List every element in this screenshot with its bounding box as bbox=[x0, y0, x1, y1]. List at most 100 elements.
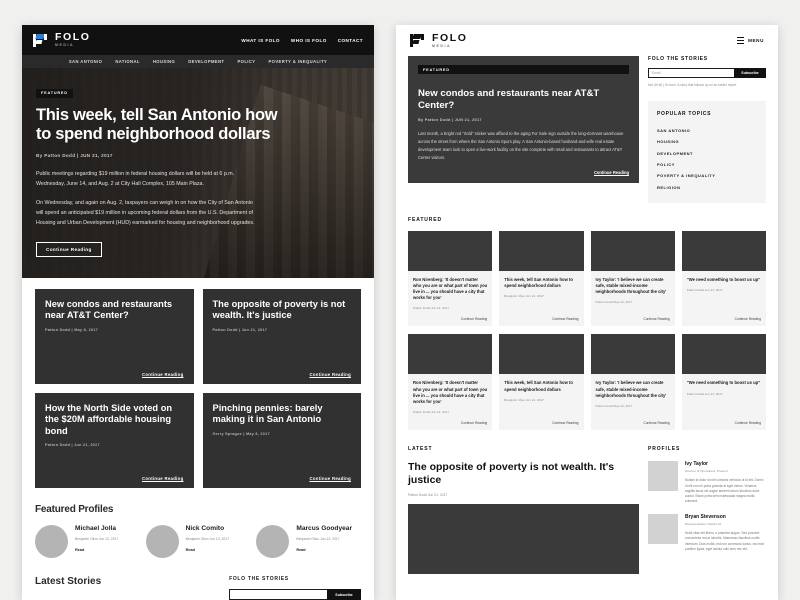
logo-subtitle: MEDIA bbox=[432, 43, 452, 48]
hero-paragraph-1: Public meetings regarding $19 million in… bbox=[36, 171, 235, 188]
card-thumbnail bbox=[681, 334, 766, 375]
story-card[interactable]: Pinching pennies: barely making it in Sa… bbox=[202, 393, 361, 488]
left-footer-split: Latest Stories FOLO THE STORIES Subscrib… bbox=[22, 558, 374, 600]
profile-role: Representative, District 10 bbox=[685, 522, 722, 527]
left-hero: FEATURED This week, tell San Antonio how… bbox=[22, 68, 374, 278]
featured-card[interactable]: Ivy Taylor: 'I believe we can create saf… bbox=[590, 334, 675, 430]
story-card-continue-reading[interactable]: Continue Reading bbox=[213, 372, 352, 377]
topic-development[interactable]: DEVELOPMENT bbox=[657, 148, 757, 159]
section-nav-poverty-inequality[interactable]: POVERTY & INEQUALITY bbox=[268, 59, 327, 64]
card-continue-reading[interactable]: Continue Reading bbox=[504, 310, 578, 321]
nav-item-what-is-folo[interactable]: WHAT IS FOLO bbox=[241, 38, 280, 43]
section-nav-housing[interactable]: HOUSING bbox=[153, 59, 175, 64]
right-top-bar: FOLO MEDIA MENU bbox=[396, 25, 778, 56]
featured-card[interactable]: Ivy Taylor: 'I believe we can create saf… bbox=[590, 231, 675, 327]
card-continue-reading[interactable]: Continue Reading bbox=[596, 310, 669, 321]
story-card-continue-reading[interactable]: Continue Reading bbox=[45, 476, 184, 481]
right-hero-continue-reading[interactable]: Continue Reading bbox=[418, 162, 629, 175]
email-field[interactable] bbox=[229, 589, 327, 600]
story-card[interactable]: The opposite of poverty is not wealth. I… bbox=[202, 289, 361, 384]
right-hero-column: FEATURED New condos and restaurants near… bbox=[408, 56, 639, 203]
profile-item[interactable]: Nick Comito Benjamin Olivo Jun 13, 2017 … bbox=[145, 525, 251, 558]
right-hero-card[interactable]: FEATURED New condos and restaurants near… bbox=[408, 56, 639, 183]
card-continue-reading[interactable]: Continue Reading bbox=[687, 310, 761, 321]
latest-stories-heading: Latest Stories bbox=[35, 576, 102, 587]
card-title: This week, tell San Antonio how to spend… bbox=[504, 380, 573, 392]
section-nav-policy[interactable]: POLICY bbox=[237, 59, 255, 64]
story-card-continue-reading[interactable]: Continue Reading bbox=[45, 372, 184, 377]
nav-item-contact[interactable]: CONTACT bbox=[338, 38, 363, 43]
card-thumbnail bbox=[499, 231, 584, 272]
folo-logo[interactable]: FOLO MEDIA bbox=[410, 33, 468, 49]
folo-definition-note: folo (fō·lō) | fō·noun. A story that fol… bbox=[648, 83, 738, 87]
card-continue-reading[interactable]: Continue Reading bbox=[596, 414, 669, 425]
email-placeholder: Email bbox=[652, 71, 661, 75]
topic-housing[interactable]: HOUSING bbox=[657, 136, 757, 147]
subscribe-button[interactable]: Subscribe bbox=[327, 589, 361, 600]
featured-card[interactable]: This week, tell San Antonio how to spend… bbox=[499, 231, 584, 327]
subscribe-button[interactable]: Subscribe bbox=[734, 68, 766, 78]
story-card[interactable]: New condos and restaurants near AT&T Cen… bbox=[35, 289, 194, 384]
latest-story-title[interactable]: The opposite of poverty is not wealth. I… bbox=[408, 461, 639, 487]
profile-read-link[interactable]: Read bbox=[75, 548, 118, 552]
folo-flag-icon bbox=[410, 34, 427, 47]
story-card[interactable]: How the North Side voted on the $20M aff… bbox=[35, 393, 194, 488]
profile-item[interactable]: Marcus Goodyear Benjamin Olivo Jun 13, 2… bbox=[256, 525, 361, 558]
card-thumbnail bbox=[499, 334, 584, 375]
story-card-continue-reading[interactable]: Continue Reading bbox=[213, 476, 352, 481]
featured-card[interactable]: "We need something to boost us up" Patto… bbox=[681, 231, 766, 327]
card-byline: Patton Dodd Jun 21, 2017 bbox=[686, 288, 723, 293]
featured-card[interactable]: Ron Nirenberg: 'It doesn't matter who yo… bbox=[408, 334, 493, 430]
section-nav-development[interactable]: DEVELOPMENT bbox=[188, 59, 224, 64]
hero-continue-reading-button[interactable]: Continue Reading bbox=[36, 241, 102, 257]
section-nav-san-antonio[interactable]: SAN ANTONIO bbox=[69, 59, 102, 64]
topic-san-antonio[interactable]: SAN ANTONIO bbox=[657, 125, 757, 136]
folo-the-stories-heading: FOLO THE STORIES bbox=[648, 56, 708, 62]
menu-button[interactable]: MENU bbox=[737, 37, 764, 44]
profile-thumbnail bbox=[648, 513, 678, 544]
profile-item[interactable]: Michael Jolla Benjamin Olivo Jun 13, 201… bbox=[35, 525, 140, 558]
latest-story-thumbnail bbox=[408, 504, 639, 575]
card-title: "We need something to boost us up" bbox=[686, 277, 761, 283]
featured-profiles-list: Michael Jolla Benjamin Olivo Jun 13, 201… bbox=[22, 515, 374, 558]
left-top-bar: FOLO MEDIA WHAT IS FOLO WHO IS FOLO CONT… bbox=[22, 25, 374, 55]
featured-card[interactable]: This week, tell San Antonio how to spend… bbox=[499, 334, 584, 430]
desktop-mockup-right: FOLO MEDIA MENU FEATURED New condos and … bbox=[396, 25, 778, 600]
right-hero-row: FEATURED New condos and restaurants near… bbox=[396, 56, 778, 204]
card-byline: Benjamin Olivo Jun 21, 2017 bbox=[504, 397, 544, 402]
card-byline: Patton Dodd May 24, 2017 bbox=[595, 300, 633, 305]
topic-religion[interactable]: RELIGION bbox=[657, 182, 757, 193]
card-thumbnail bbox=[408, 231, 493, 272]
hero-body: Public meetings regarding $19 million in… bbox=[36, 169, 261, 229]
latest-column: LATEST The opposite of poverty is not we… bbox=[408, 446, 639, 575]
story-card-title: Pinching pennies: barely making it in Sa… bbox=[212, 403, 323, 425]
featured-badge: FEATURED bbox=[36, 88, 73, 98]
card-continue-reading[interactable]: Continue Reading bbox=[413, 414, 487, 425]
card-continue-reading[interactable]: Continue Reading bbox=[504, 414, 578, 425]
email-field[interactable]: Email bbox=[648, 68, 734, 78]
profile-item[interactable]: Ivy Taylor Director of Operations, Prese… bbox=[648, 460, 766, 505]
topic-policy[interactable]: POLICY bbox=[657, 159, 757, 170]
left-newsletter: FOLO THE STORIES Subscribe bbox=[229, 576, 361, 600]
folo-logo[interactable]: FOLO MEDIA bbox=[33, 32, 91, 48]
card-continue-reading[interactable]: Continue Reading bbox=[413, 310, 487, 321]
folo-the-stories-heading: FOLO THE STORIES bbox=[229, 576, 289, 582]
right-sidebar: FOLO THE STORIES Email Subscribe folo (f… bbox=[648, 56, 766, 204]
topic-poverty-inequality[interactable]: POVERTY & INEQUALITY bbox=[657, 170, 757, 181]
profile-read-link[interactable]: Read bbox=[186, 548, 229, 552]
nav-item-who-is-folo[interactable]: WHO IS FOLO bbox=[291, 38, 327, 43]
section-nav-national[interactable]: NATIONAL bbox=[115, 59, 140, 64]
logo-name: FOLO bbox=[55, 31, 91, 44]
card-title: Ivy Taylor: 'I believe we can create saf… bbox=[595, 380, 667, 398]
popular-topics-list: SAN ANTONIO HOUSING DEVELOPMENT POLICY P… bbox=[657, 125, 757, 193]
card-byline: Patton Dodd Jun 21, 2017 bbox=[686, 391, 723, 396]
profile-item[interactable]: Bryan Stevenson Representative, District… bbox=[648, 513, 766, 553]
profile-read-link[interactable]: Read bbox=[296, 548, 352, 552]
profile-name: Nick Comito bbox=[185, 525, 225, 532]
featured-card[interactable]: "We need something to boost us up" Patto… bbox=[681, 334, 766, 430]
profiles-heading: PROFILES bbox=[648, 445, 681, 452]
featured-card[interactable]: Ron Nirenberg: 'It doesn't matter who yo… bbox=[408, 231, 493, 327]
profile-body: Nullam id dolor id nibh ultricies vehicu… bbox=[685, 478, 764, 504]
card-continue-reading[interactable]: Continue Reading bbox=[687, 414, 761, 425]
card-thumbnail bbox=[590, 231, 675, 272]
